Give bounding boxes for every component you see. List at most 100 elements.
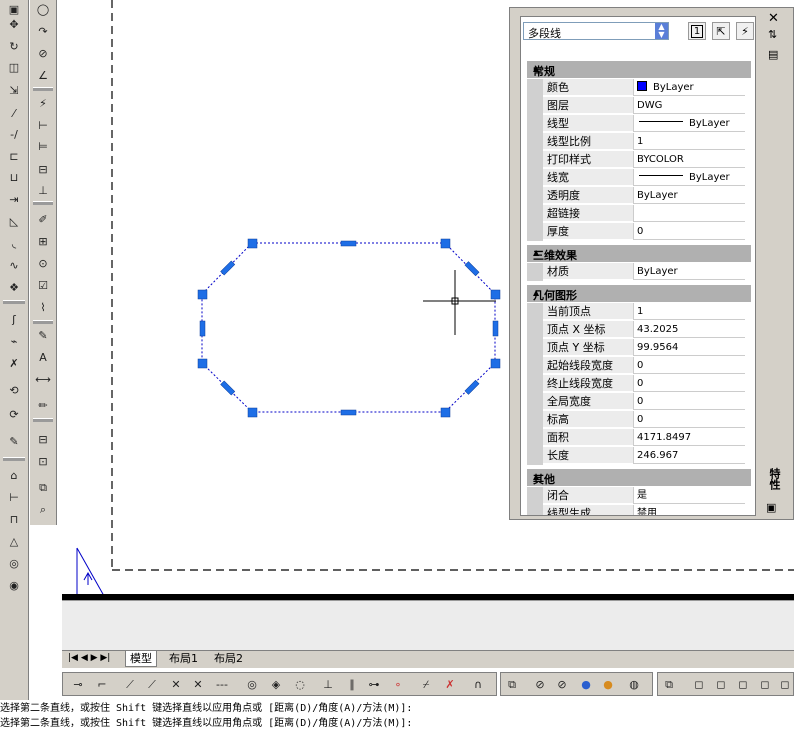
property-row[interactable]: 顶点 Y 坐标 99.9564: [527, 339, 751, 357]
snap-apparent-icon[interactable]: ✕: [189, 675, 207, 693]
block-icon[interactable]: ⧉: [34, 478, 52, 496]
property-value-cell[interactable]: 4171.8497: [633, 429, 745, 446]
named-views-icon[interactable]: ⧉: [660, 675, 678, 693]
tab-layout1[interactable]: 布局1: [165, 651, 202, 666]
property-row[interactable]: 当前顶点 1: [527, 303, 751, 321]
match-icon[interactable]: ⟲: [5, 381, 23, 399]
ordinate-dim-icon[interactable]: ⊥: [34, 181, 52, 199]
property-row[interactable]: 线型比例 1: [527, 133, 751, 151]
property-value-cell[interactable]: BYCOLOR: [633, 151, 745, 168]
midpoint-grip[interactable]: [464, 261, 480, 277]
snap-endpoint-icon[interactable]: ⟋: [121, 675, 139, 693]
arc-icon[interactable]: ↷: [34, 22, 52, 40]
property-value-cell[interactable]: 43.2025: [633, 321, 745, 338]
snap-tangent-icon[interactable]: ◌: [291, 675, 309, 693]
collapse-icon[interactable]: ▲: [533, 472, 743, 481]
dim-edit-icon[interactable]: ✎: [34, 326, 52, 344]
material-icon[interactable]: ●: [599, 675, 617, 693]
property-row[interactable]: 线型生成 禁用: [527, 505, 751, 515]
left-view-icon[interactable]: ◻: [734, 675, 752, 693]
front-view-icon[interactable]: ◻: [776, 675, 794, 693]
join-icon[interactable]: ⇥: [5, 190, 23, 208]
snap-none-icon[interactable]: ✗: [441, 675, 459, 693]
snap-center-icon[interactable]: ◎: [243, 675, 261, 693]
property-value-cell[interactable]: 246.967: [633, 447, 745, 464]
dim-style-icon[interactable]: ✏: [34, 396, 52, 414]
edit-polyline-icon[interactable]: ⌁: [5, 332, 23, 350]
jog-icon[interactable]: ⌇: [34, 298, 52, 316]
property-row[interactable]: 闭合是: [527, 487, 751, 505]
tab-nav-buttons[interactable]: |◀ ◀ ▶ ▶|: [64, 651, 114, 666]
section-header[interactable]: 三维效果 ▲: [527, 245, 751, 262]
vertex-grip[interactable]: [197, 289, 208, 300]
vertex-grip[interactable]: [490, 289, 501, 300]
property-value-cell[interactable]: 99.9564: [633, 339, 745, 356]
lock-round-icon[interactable]: ◉: [5, 576, 23, 594]
lock-triangle-icon[interactable]: △: [5, 532, 23, 550]
angle-icon[interactable]: ∠: [34, 66, 52, 84]
tolerance-icon[interactable]: ✐: [34, 210, 52, 228]
property-row[interactable]: 透明度 ByLayer: [527, 187, 751, 205]
break-at-point-icon[interactable]: ⊔: [5, 168, 23, 186]
property-value-cell[interactable]: ByLayer: [633, 263, 745, 280]
dim-update-icon[interactable]: ⟷: [34, 370, 52, 388]
collapse-icon[interactable]: ▲: [533, 288, 743, 297]
tab-model[interactable]: 模型: [125, 651, 157, 667]
snap-perpendicular-icon[interactable]: ⊥: [319, 675, 337, 693]
property-value-cell[interactable]: 1: [633, 133, 745, 150]
dim-style-control-icon[interactable]: ⊡: [34, 452, 52, 470]
midpoint-grip[interactable]: [464, 379, 480, 395]
snap-extension-icon[interactable]: ---: [213, 675, 231, 693]
midpoint-grip[interactable]: [199, 320, 206, 337]
extend-icon[interactable]: -/: [5, 125, 23, 143]
stretch-icon[interactable]: ⇲: [5, 81, 23, 99]
check-icon[interactable]: ☑: [34, 276, 52, 294]
snap-node-icon[interactable]: ∘: [389, 675, 407, 693]
scale-icon[interactable]: ◫: [5, 58, 23, 76]
property-value-cell[interactable]: 0: [633, 393, 745, 410]
property-row[interactable]: 厚度 0: [527, 223, 751, 241]
fillet-icon[interactable]: ◟: [5, 234, 23, 252]
auto-hide-icon[interactable]: ⇅: [768, 28, 777, 41]
toggle-pickadd-button[interactable]: 1: [688, 22, 706, 40]
selected-polyline[interactable]: [201, 242, 496, 413]
render-region-icon[interactable]: ⧉: [503, 675, 521, 693]
midpoint-grip[interactable]: [492, 320, 499, 337]
hide-icon[interactable]: ⊘: [531, 675, 549, 693]
trim-icon[interactable]: ⁄: [5, 104, 23, 122]
visual-style-icon[interactable]: ⊘: [553, 675, 571, 693]
property-row[interactable]: 起始线段宽度 0: [527, 357, 751, 375]
lock-icon[interactable]: ⌂: [5, 466, 23, 484]
right-view-icon[interactable]: ◻: [756, 675, 774, 693]
quick-select-button[interactable]: ⚡: [736, 22, 754, 40]
property-value-cell[interactable]: ByLayer: [633, 169, 745, 186]
section-header[interactable]: 其他 ▲: [527, 469, 751, 486]
no-icon[interactable]: ⊘: [34, 44, 52, 62]
section-header[interactable]: 常规 ▲: [527, 61, 751, 78]
bottom-view-icon[interactable]: ◻: [712, 675, 730, 693]
dim-override-icon[interactable]: ⊟: [34, 430, 52, 448]
property-row[interactable]: 材质 ByLayer: [527, 263, 751, 281]
vertex-grip[interactable]: [490, 358, 501, 369]
property-row[interactable]: 长度 246.967: [527, 447, 751, 465]
snap-quadrant-icon[interactable]: ◈: [267, 675, 285, 693]
dimension-lock-icon[interactable]: ⊢: [5, 488, 23, 506]
property-row[interactable]: 终止线段宽度 0: [527, 375, 751, 393]
quick-dim-icon[interactable]: ⚡: [34, 94, 52, 112]
property-row[interactable]: 顶点 X 坐标 43.2025: [527, 321, 751, 339]
property-row[interactable]: 全局宽度 0: [527, 393, 751, 411]
brush-icon[interactable]: ✎: [5, 432, 23, 450]
blend-icon[interactable]: ∿: [5, 256, 23, 274]
zoom-icon[interactable]: ⌕: [34, 500, 52, 518]
break-icon[interactable]: ⊏: [5, 147, 23, 165]
delete-vertex-icon[interactable]: ✗: [5, 354, 23, 372]
center-mark-icon[interactable]: ⊞: [34, 232, 52, 250]
explode-icon[interactable]: ❖: [5, 278, 23, 296]
vertex-grip[interactable]: [247, 238, 258, 249]
property-row[interactable]: 颜色 ByLayer: [527, 79, 751, 97]
light-icon[interactable]: ●: [577, 675, 595, 693]
vertex-grip[interactable]: [440, 238, 451, 249]
rotate-icon[interactable]: ↻: [5, 37, 23, 55]
property-row[interactable]: 线宽 ByLayer: [527, 169, 751, 187]
snap-insert-icon[interactable]: ⊶: [365, 675, 383, 693]
